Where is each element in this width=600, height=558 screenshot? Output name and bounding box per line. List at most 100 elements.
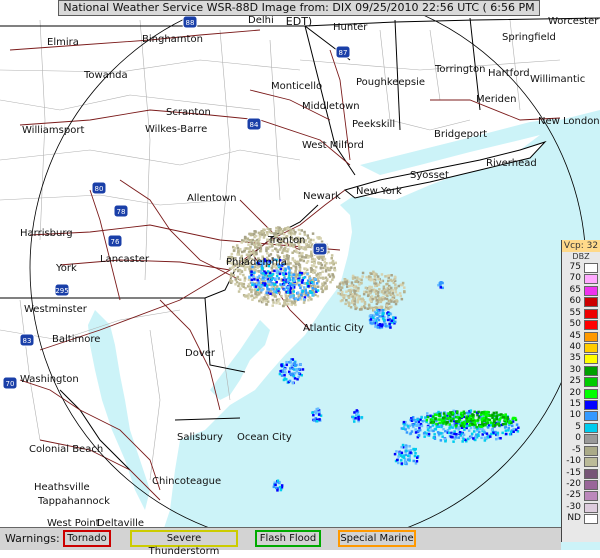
legend-row: 60	[562, 296, 600, 308]
svg-text:70: 70	[6, 380, 15, 388]
legend-row: 35	[562, 353, 600, 365]
legend-value: -30	[566, 501, 581, 512]
highway-shield-295: 295	[54, 283, 70, 297]
city-delhi: Delhi	[248, 15, 274, 26]
legend-value: 20	[569, 387, 581, 398]
legend-swatch	[584, 377, 598, 388]
legend-row: 25	[562, 376, 600, 388]
svg-text:84: 84	[250, 121, 259, 129]
city-tappahannock: Tappahannock	[37, 496, 110, 507]
warning-flash-flood: Flash Flood	[255, 530, 321, 547]
legend-swatch	[584, 502, 598, 513]
city-westminster: Westminster	[24, 304, 88, 315]
legend-value: 65	[569, 284, 581, 295]
city-west-milford: West Milford	[302, 140, 364, 151]
city-york: York	[55, 263, 77, 274]
highway-shield-78: 78	[113, 204, 129, 218]
city-trenton: Trenton	[267, 235, 305, 246]
city-allentown: Allentown	[187, 193, 236, 204]
highway-shield-95: 95	[312, 242, 328, 256]
legend-value: 75	[569, 262, 581, 272]
legend-row: 50	[562, 319, 600, 331]
legend-row: -20	[562, 479, 600, 491]
legend-row: 45	[562, 331, 600, 342]
city-springfield: Springfield	[502, 32, 556, 43]
highway-shield-88: 88	[182, 15, 198, 29]
legend-row: 75	[562, 262, 600, 273]
svg-text:83: 83	[23, 337, 32, 345]
legend-swatch	[584, 422, 598, 433]
city-atlantic-city: Atlantic City	[303, 323, 364, 334]
city-poughkeepsie: Poughkeepsie	[356, 77, 425, 88]
legend-value: 60	[569, 296, 581, 307]
svg-text:295: 295	[55, 287, 68, 295]
city-willimantic: Willimantic	[530, 74, 585, 85]
city-middletown: Middletown	[302, 101, 360, 112]
legend-swatch	[584, 468, 598, 479]
legend-swatch	[584, 445, 598, 456]
legend-value: 70	[569, 273, 581, 284]
city-meriden: Meriden	[476, 94, 517, 105]
legend-row: -10	[562, 456, 600, 468]
legend-unit: DBZ	[572, 252, 590, 261]
legend-swatch	[584, 342, 598, 353]
city-binghamton: Binghamton	[142, 34, 203, 45]
legend-row: 70	[562, 273, 600, 285]
highway-shield-76: 76	[107, 234, 123, 248]
legend-row: 40	[562, 342, 600, 353]
highway-shield-80: 80	[91, 181, 107, 195]
legend-value: -25	[566, 490, 581, 501]
legend-swatch	[584, 491, 598, 502]
city-harrisburg: Harrisburg	[20, 228, 73, 239]
legend-swatch	[584, 514, 598, 525]
city-riverhead: Riverhead	[486, 158, 537, 169]
city-torrington: Torrington	[434, 64, 485, 75]
legend-swatch	[584, 365, 598, 376]
city-scranton: Scranton	[166, 107, 211, 118]
legend-row: 15	[562, 399, 600, 411]
city-new-york: New York	[356, 186, 402, 197]
legend-value: -20	[566, 479, 581, 490]
legend-value: ND	[567, 513, 581, 524]
legend-product: Vcp: 32	[562, 240, 600, 252]
legend-value: 25	[569, 376, 581, 387]
svg-text:95: 95	[316, 246, 325, 254]
city-hunter: Hunter	[333, 22, 368, 33]
legend-swatch	[584, 263, 598, 273]
legend-swatch	[584, 354, 598, 365]
legend-value: 10	[569, 410, 581, 421]
city-peekskill: Peekskill	[352, 119, 395, 130]
city-towanda: Towanda	[83, 70, 128, 81]
legend-value: 5	[575, 421, 581, 432]
city-williamsport: Williamsport	[22, 125, 84, 136]
city-wilkes-barre: Wilkes-Barre	[145, 124, 207, 135]
legend-value: 15	[569, 399, 581, 410]
legend-row: -30	[562, 502, 600, 513]
warning-special-marine: Special Marine	[338, 530, 416, 547]
city-newark: Newark	[303, 191, 341, 202]
legend-row: -5	[562, 445, 600, 456]
city-monticello: Monticello	[271, 81, 322, 92]
legend-row: 10	[562, 410, 600, 422]
legend-swatch	[584, 331, 598, 342]
legend-value: 35	[569, 353, 581, 364]
city-ocean-city: Ocean City	[237, 432, 292, 443]
city-philadelphia: Philadelphia	[226, 257, 287, 268]
warning-tornado: Tornado	[63, 530, 111, 547]
legend-row: -15	[562, 468, 600, 479]
city-worcester: Worcester	[548, 16, 599, 27]
legend-swatch	[584, 320, 598, 331]
city-salisbury: Salisbury	[177, 432, 223, 443]
warning-severe-thunderstorm: Severe Thunderstorm	[130, 530, 238, 557]
legend-swatch	[584, 457, 598, 468]
legend-value: -5	[572, 444, 581, 455]
city-baltimore: Baltimore	[52, 334, 100, 345]
city-syosset: Syosset	[410, 170, 449, 181]
warnings-bar: Warnings: Tornado Severe Thunderstorm Flas…	[0, 527, 561, 557]
city-elmira: Elmira	[47, 37, 79, 48]
city-lancaster: Lancaster	[100, 254, 150, 265]
legend-row: 20	[562, 388, 600, 399]
legend-row: 30	[562, 365, 600, 376]
highway-shield-83: 83	[19, 333, 35, 347]
legend-value: 30	[569, 364, 581, 375]
